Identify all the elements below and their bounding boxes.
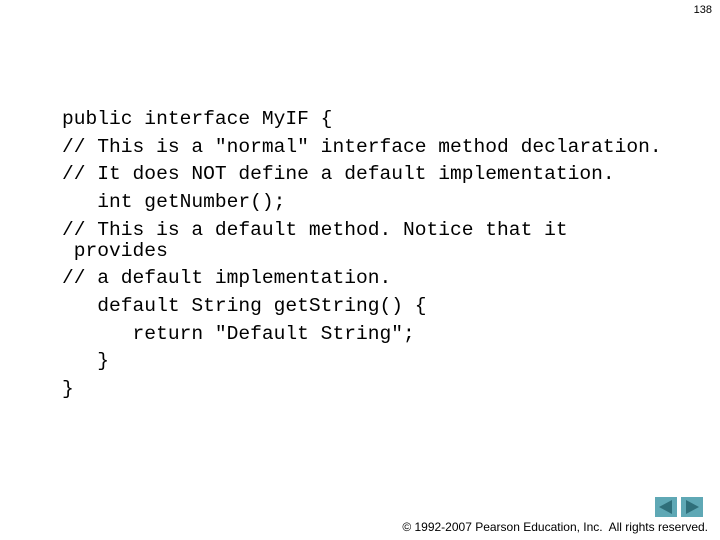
triangle-left-icon — [659, 500, 672, 514]
page-number: 138 — [693, 4, 712, 16]
code-line: } — [62, 378, 74, 400]
code-line: default String getString() { — [62, 295, 427, 317]
next-slide-button[interactable] — [681, 497, 703, 517]
code-line: // It does NOT define a default implemen… — [62, 163, 615, 185]
code-line: // This is a default method. Notice that… — [62, 219, 568, 241]
code-line: public interface MyIF { — [62, 108, 333, 130]
code-line: int getNumber(); — [62, 191, 286, 213]
code-line: return "Default String"; — [62, 323, 415, 345]
code-line: } — [62, 350, 110, 372]
code-line: // This is a "normal" interface method d… — [62, 136, 662, 158]
copyright-footer: © 1992-2007 Pearson Education, Inc. All … — [402, 520, 708, 534]
previous-slide-button[interactable] — [655, 497, 677, 517]
code-line: provides — [62, 240, 168, 262]
code-line: // a default implementation. — [62, 267, 392, 289]
triangle-right-icon — [686, 500, 699, 514]
